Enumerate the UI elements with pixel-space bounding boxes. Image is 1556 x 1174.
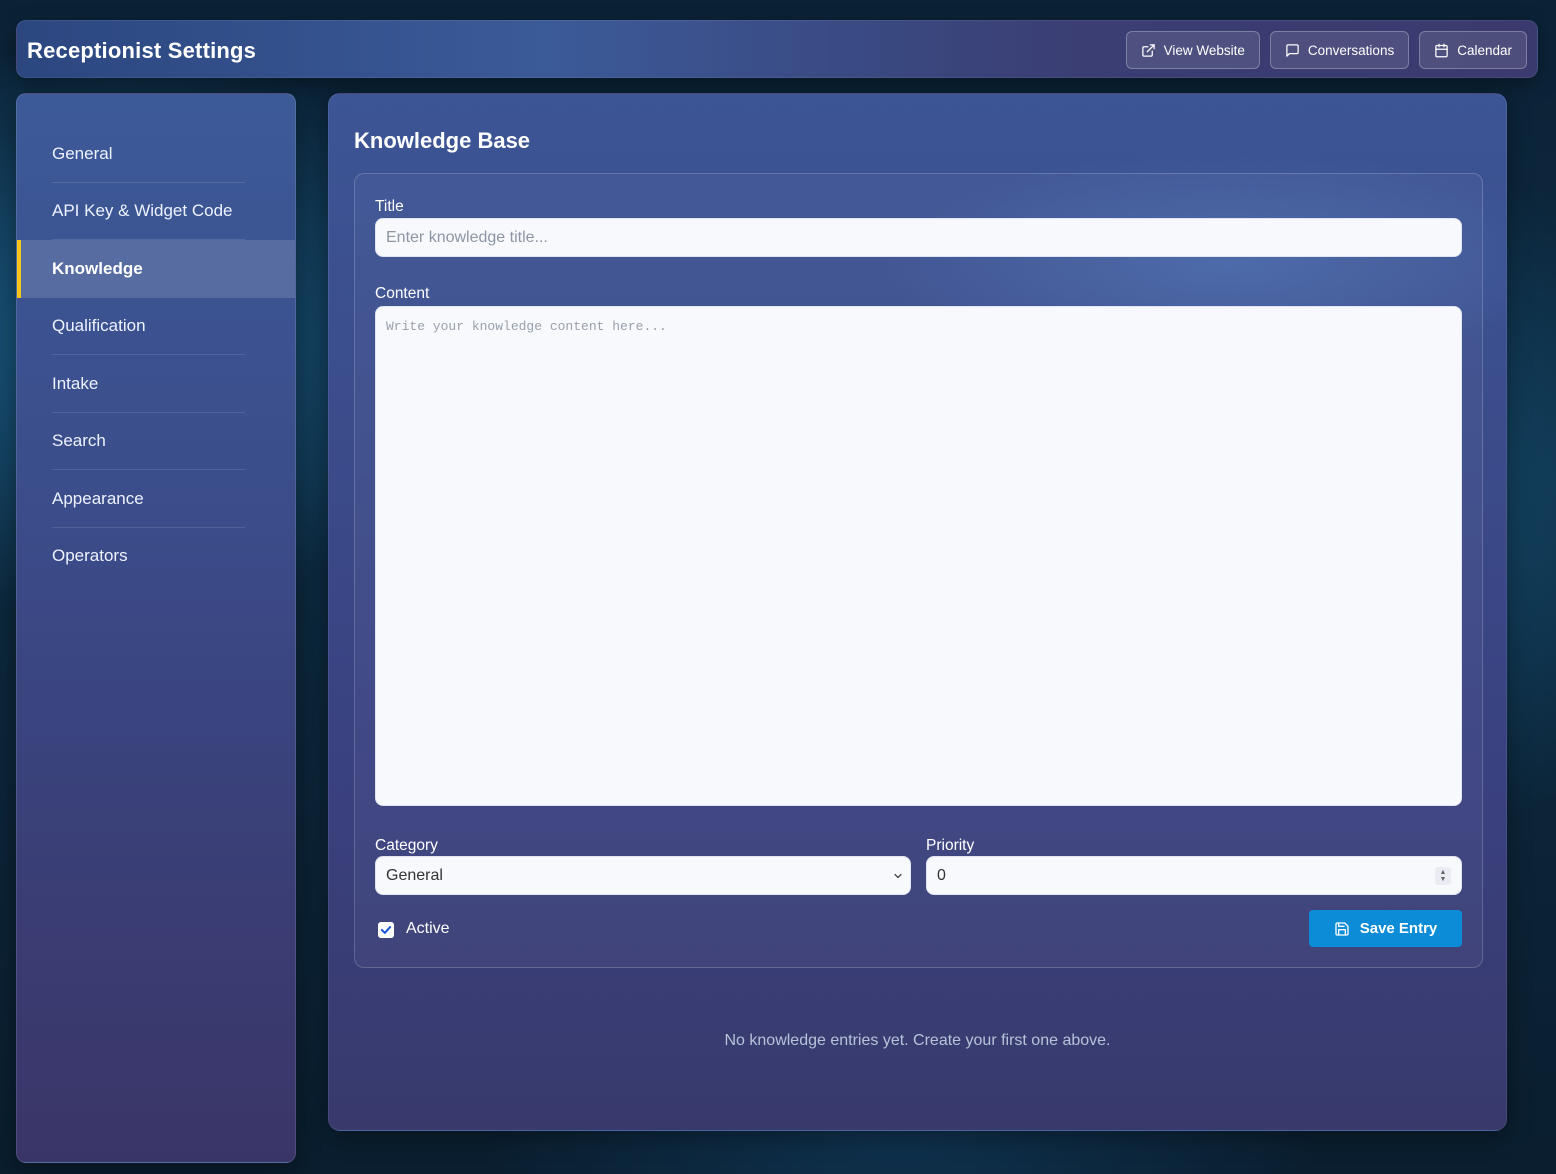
title-label: Title	[375, 198, 404, 215]
sidebar-item-operators[interactable]: Operators	[17, 528, 295, 586]
sidebar-item-search[interactable]: Search	[17, 413, 295, 471]
active-label: Active	[406, 920, 450, 937]
top-actions: View Website Conversations Calendar	[1125, 31, 1527, 69]
priority-label: Priority	[926, 837, 975, 854]
checkmark-icon	[380, 926, 392, 934]
conversations-button[interactable]: Conversations	[1269, 31, 1410, 69]
calendar-button[interactable]: Calendar	[1419, 31, 1527, 69]
page-title: Knowledge Base	[354, 128, 531, 153]
content-textarea[interactable]	[375, 306, 1462, 806]
sidebar-item-appearance[interactable]: Appearance	[17, 470, 295, 528]
title-input[interactable]	[375, 218, 1462, 257]
content-label: Content	[375, 285, 430, 302]
sidebar-item-general[interactable]: General	[17, 125, 295, 183]
stepper-down-icon[interactable]: ▼	[1440, 876, 1447, 883]
calendar-label: Calendar	[1457, 42, 1512, 58]
category-select[interactable]: General	[375, 856, 911, 895]
calendar-icon	[1435, 43, 1448, 57]
sidebar-item-api-key[interactable]: API Key & Widget Code	[17, 183, 295, 241]
sidebar-item-intake[interactable]: Intake	[17, 355, 295, 413]
conversations-label: Conversations	[1307, 42, 1395, 58]
category-value: General	[386, 866, 443, 884]
chevron-down-icon	[894, 873, 902, 879]
view-website-button[interactable]: View Website	[1125, 31, 1260, 69]
category-label: Category	[375, 837, 438, 854]
view-website-label: View Website	[1163, 42, 1245, 58]
app-title: Receptionist Settings	[27, 38, 257, 63]
chat-icon	[1286, 43, 1299, 57]
sidebar-item-knowledge[interactable]: Knowledge	[17, 240, 295, 298]
settings-sidebar: General API Key & Widget Code Knowledge …	[16, 93, 296, 1163]
priority-input[interactable]: 0 ▲ ▼	[926, 856, 1462, 895]
knowledge-form: Title Content Category General Priority …	[354, 173, 1483, 968]
save-entry-button[interactable]: Save Entry	[1309, 910, 1462, 947]
empty-state-message: No knowledge entries yet. Create your fi…	[724, 1032, 1111, 1049]
external-link-icon	[1141, 43, 1155, 57]
stepper-up-icon[interactable]: ▲	[1440, 869, 1447, 876]
main-panel: Knowledge Base Title Content Category Ge…	[328, 93, 1507, 1131]
save-icon	[1335, 921, 1349, 936]
sidebar-item-qualification[interactable]: Qualification	[17, 298, 295, 356]
save-entry-label: Save Entry	[1359, 920, 1438, 937]
priority-stepper[interactable]: ▲ ▼	[1435, 867, 1451, 885]
priority-value: 0	[937, 866, 946, 884]
top-bar: Receptionist Settings View Website Conve…	[16, 20, 1538, 78]
active-checkbox[interactable]	[378, 922, 394, 938]
